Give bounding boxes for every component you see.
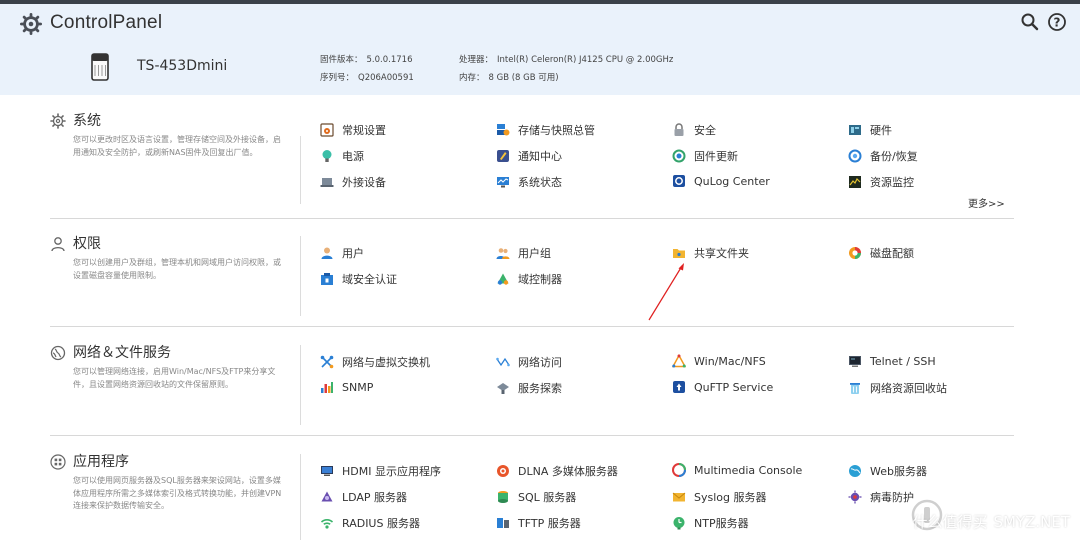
watermark: 什么值得买 SMYZ.NET xyxy=(912,511,1070,532)
watermark-subtext: SMYZ.NET xyxy=(993,513,1070,531)
watermark-text: 什么值得买 xyxy=(912,513,988,531)
annotation-arrow xyxy=(648,263,684,321)
